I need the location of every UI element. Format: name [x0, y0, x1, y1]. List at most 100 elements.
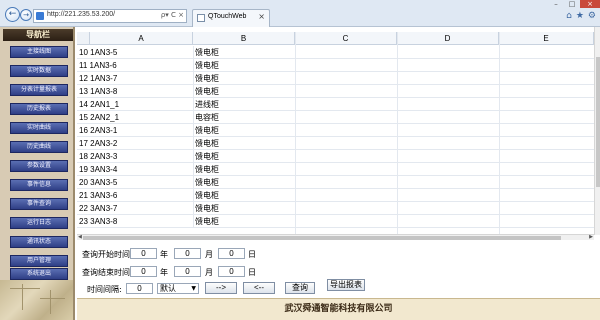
- close-window-icon[interactable]: ×: [580, 0, 600, 8]
- cell-a[interactable]: 13 1AN3-8: [79, 85, 190, 98]
- horizontal-scroll-thumb[interactable]: [83, 236, 561, 240]
- cell-a[interactable]: 20 3AN3-5: [79, 176, 190, 189]
- sidebar-item-user-management[interactable]: 用户管理: [10, 255, 68, 267]
- start-day-input[interactable]: 0: [218, 248, 245, 259]
- cell-a[interactable]: 22 3AN3-7: [79, 202, 190, 215]
- cell-a[interactable]: 12 1AN3-7: [79, 72, 190, 85]
- tab-close-icon[interactable]: ×: [258, 12, 265, 21]
- address-bar[interactable]: http://221.235.53.200/ ρ▾ C ×: [33, 9, 187, 23]
- forward-arrow-icon[interactable]: →: [20, 9, 32, 21]
- cell-b[interactable]: 馈电柜: [193, 124, 291, 137]
- table-row[interactable]: 12 1AN3-7 馈电柜: [77, 72, 594, 85]
- column-header-b[interactable]: B: [193, 32, 295, 45]
- table-row[interactable]: 21 3AN3-6 馈电柜: [77, 189, 594, 202]
- cell-b[interactable]: 馈电柜: [193, 176, 291, 189]
- back-arrow-icon[interactable]: ←: [5, 7, 20, 22]
- cell-b[interactable]: 进线柜: [193, 98, 291, 111]
- end-time-label: 查询结束时间:: [82, 268, 133, 277]
- table-row[interactable]: 10 1AN3-5 馈电柜: [77, 46, 594, 59]
- next-button[interactable]: -->: [205, 282, 237, 294]
- cell-a[interactable]: 18 2AN3-3: [79, 150, 190, 163]
- sidebar-item-history-curve[interactable]: 历史曲线: [10, 141, 68, 153]
- cell-b[interactable]: 馈电柜: [193, 72, 291, 85]
- table-row[interactable]: 18 2AN3-3 馈电柜: [77, 150, 594, 163]
- cell-a-value: 3AN3-4: [90, 165, 118, 174]
- address-actions-icon[interactable]: ρ▾ C ×: [161, 11, 184, 19]
- interval-select-value: 默认: [160, 284, 176, 293]
- query-button[interactable]: 查询: [285, 282, 315, 294]
- home-icon[interactable]: ⌂: [566, 11, 572, 21]
- maximize-icon[interactable]: □: [564, 0, 580, 8]
- table-row[interactable]: 22 3AN3-7 馈电柜: [77, 202, 594, 215]
- cell-a[interactable]: 11 1AN3-6: [79, 59, 190, 72]
- end-month-input[interactable]: 0: [174, 266, 201, 277]
- row-number: 21: [79, 191, 88, 200]
- sidebar-item-realtime-curve[interactable]: 实时曲线: [10, 122, 68, 134]
- address-url[interactable]: http://221.235.53.200/: [47, 11, 115, 18]
- horizontal-scrollbar[interactable]: ◀ ▶: [77, 234, 594, 240]
- table-row[interactable]: 11 1AN3-6 馈电柜: [77, 59, 594, 72]
- cell-a[interactable]: 10 1AN3-5: [79, 46, 190, 59]
- vertical-scrollbar[interactable]: [594, 27, 600, 235]
- sidebar-item-parameter-settings[interactable]: 参数设置: [10, 160, 68, 172]
- cell-a[interactable]: 14 2AN1_1: [79, 98, 190, 111]
- cell-b[interactable]: 馈电柜: [193, 189, 291, 202]
- sidebar-item-comm-status[interactable]: 通讯状态: [10, 236, 68, 248]
- table-row[interactable]: 16 2AN3-1 馈电柜: [77, 124, 594, 137]
- cell-a[interactable]: 16 2AN3-1: [79, 124, 190, 137]
- sidebar-item-run-log[interactable]: 运行日志: [10, 217, 68, 229]
- cell-b[interactable]: 馈电柜: [193, 137, 291, 150]
- table-row[interactable]: 19 3AN3-4 馈电柜: [77, 163, 594, 176]
- end-day-input[interactable]: 0: [218, 266, 245, 277]
- column-header-e[interactable]: E: [499, 32, 594, 45]
- cell-a[interactable]: 17 2AN3-2: [79, 137, 190, 150]
- sidebar-item-system-exit[interactable]: 系统退出: [10, 268, 68, 280]
- favorites-star-icon[interactable]: ★: [576, 11, 584, 21]
- row-number: 18: [79, 152, 88, 161]
- row-number: 13: [79, 87, 88, 96]
- sidebar-item-event-query[interactable]: 事件查询: [10, 198, 68, 210]
- interval-select[interactable]: 默认 ▼: [157, 283, 199, 294]
- column-header-d[interactable]: D: [397, 32, 499, 45]
- cell-b[interactable]: 电容柜: [193, 111, 291, 124]
- tab-title: QTouchWeb: [208, 13, 247, 20]
- column-header-c[interactable]: C: [295, 32, 397, 45]
- browser-tab[interactable]: QTouchWeb ×: [192, 9, 270, 27]
- vertical-scroll-thumb[interactable]: [596, 57, 600, 187]
- navigation-sidebar: 导航栏 主接线图 实时数据 分表计量报表 历史报表 实时曲线 历史曲线 参数设置…: [0, 27, 75, 320]
- cell-b[interactable]: 馈电柜: [193, 46, 291, 59]
- table-row[interactable]: 14 2AN1_1 进线柜: [77, 98, 594, 111]
- minimize-icon[interactable]: –: [548, 0, 564, 8]
- cell-b[interactable]: 馈电柜: [193, 59, 291, 72]
- start-month-input[interactable]: 0: [174, 248, 201, 259]
- cell-a[interactable]: 15 2AN2_1: [79, 111, 190, 124]
- cell-a[interactable]: 19 3AN3-4: [79, 163, 190, 176]
- scroll-right-icon[interactable]: ▶: [589, 234, 593, 240]
- export-report-button[interactable]: 导出报表: [327, 279, 365, 291]
- cell-a[interactable]: 23 3AN3-8: [79, 215, 190, 228]
- scroll-left-icon[interactable]: ◀: [78, 234, 82, 240]
- table-row[interactable]: 15 2AN2_1 电容柜: [77, 111, 594, 124]
- table-row[interactable]: 20 3AN3-5 馈电柜: [77, 176, 594, 189]
- cell-b[interactable]: 馈电柜: [193, 202, 291, 215]
- cell-b[interactable]: 馈电柜: [193, 85, 291, 98]
- cell-b[interactable]: 馈电柜: [193, 150, 291, 163]
- table-row[interactable]: 13 1AN3-8 馈电柜: [77, 85, 594, 98]
- column-header-a[interactable]: A: [90, 32, 193, 45]
- previous-button[interactable]: <--: [243, 282, 275, 294]
- sidebar-item-main-wiring[interactable]: 主接线图: [10, 46, 68, 58]
- sidebar-item-event-info[interactable]: 事件信息: [10, 179, 68, 191]
- cell-b[interactable]: 馈电柜: [193, 215, 291, 228]
- table-row[interactable]: 17 2AN3-2 馈电柜: [77, 137, 594, 150]
- cell-a[interactable]: 21 3AN3-6: [79, 189, 190, 202]
- end-day-unit: 日: [248, 268, 256, 277]
- settings-gear-icon[interactable]: ⚙: [588, 11, 596, 21]
- table-row[interactable]: 23 3AN3-8 馈电柜: [77, 215, 594, 228]
- sidebar-item-metering-report[interactable]: 分表计量报表: [10, 84, 68, 96]
- interval-input[interactable]: 0: [126, 283, 153, 294]
- start-year-input[interactable]: 0: [130, 248, 157, 259]
- sidebar-item-history-report[interactable]: 历史报表: [10, 103, 68, 115]
- sidebar-item-realtime-data[interactable]: 实时数据: [10, 65, 68, 77]
- cell-b[interactable]: 馈电柜: [193, 163, 291, 176]
- end-year-input[interactable]: 0: [130, 266, 157, 277]
